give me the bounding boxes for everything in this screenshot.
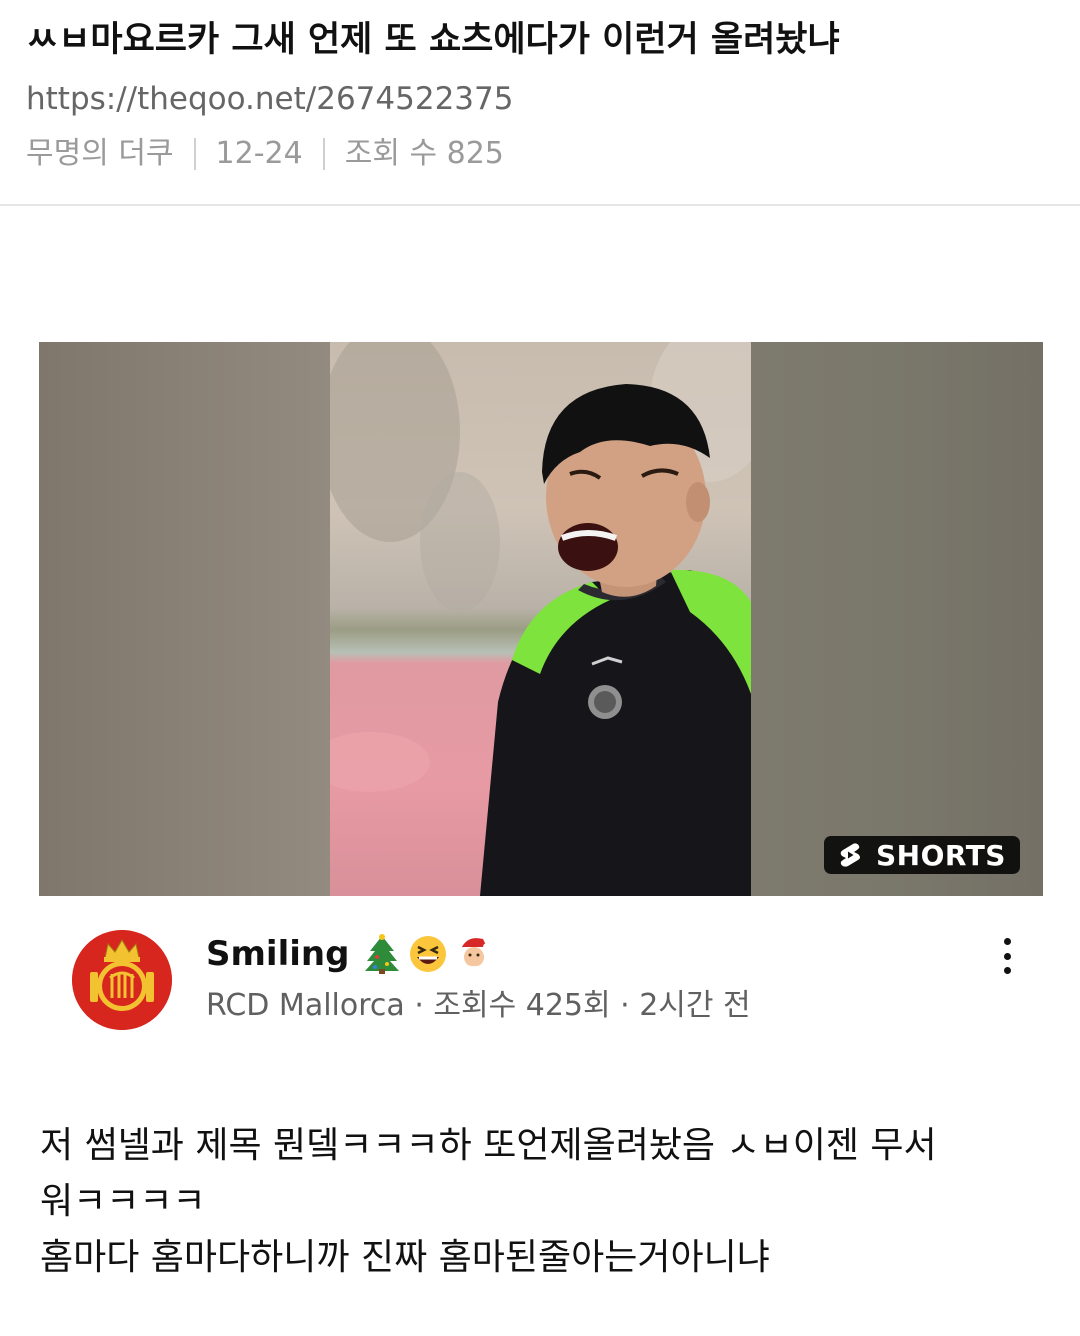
club-crest-icon	[72, 930, 172, 1030]
laughing-face-icon	[410, 936, 447, 972]
meta-divider	[322, 138, 325, 170]
more-dot	[1003, 967, 1011, 974]
christmas-tree-icon	[365, 934, 400, 974]
video-subtitle: RCD Mallorca · 조회수 425회 · 2시간 전	[206, 984, 751, 1028]
header-divider	[0, 204, 1080, 206]
player-photo-illustration	[330, 342, 751, 896]
time-ago: 2시간 전	[639, 988, 751, 1023]
post-meta: 무명의 더쿠 12-24 조회 수 825	[26, 134, 504, 174]
santa-icon	[460, 938, 492, 968]
shorts-badge: SHORTS	[824, 836, 1020, 874]
thumbnail-blur-right	[751, 342, 1043, 896]
video-title[interactable]: Smiling	[206, 928, 495, 980]
separator-dot: ·	[404, 988, 434, 1023]
view-count: 조회수 425회	[433, 988, 611, 1023]
more-options-button[interactable]	[990, 934, 1024, 978]
thumbnail-blur-left	[39, 342, 330, 896]
post-title: ㅆㅂ마요르카 그새 언제 또 쇼츠에다가 이런거 올려놨냐	[26, 20, 840, 60]
thumbnail-photo	[330, 342, 751, 896]
separator-dot: ·	[610, 988, 640, 1023]
video-thumbnail[interactable]: SHORTS	[39, 342, 1043, 896]
shorts-icon	[840, 843, 860, 867]
video-title-text: Smiling	[206, 934, 350, 974]
body-line: 홈마다 홈마다하니까 진짜 홈마된줄아는거아니냐	[40, 1237, 770, 1278]
post-author: 무명의 더쿠	[26, 136, 174, 171]
meta-divider	[193, 138, 196, 170]
channel-avatar[interactable]	[72, 930, 172, 1030]
channel-name[interactable]: RCD Mallorca	[206, 988, 405, 1023]
shorts-label: SHORTS	[876, 838, 1006, 872]
post-page: ㅆㅂ마요르카 그새 언제 또 쇼츠에다가 이런거 올려놨냐 https://th…	[0, 0, 1080, 1336]
post-body: 저 썸넬과 제목 뭔뎈ㅋㅋㅋ하 또언제올려놨음 ㅅㅂ이젠 무서 워ㅋㅋㅋㅋ 홈마…	[40, 1118, 1050, 1286]
post-url-link[interactable]: https://theqoo.net/2674522375	[26, 78, 513, 120]
post-views: 조회 수 825	[344, 136, 504, 171]
post-date: 12-24	[215, 136, 303, 171]
body-line: 저 썸넬과 제목 뭔뎈ㅋㅋㅋ하 또언제올려놨음 ㅅㅂ이젠 무서	[40, 1125, 937, 1166]
body-line: 워ㅋㅋㅋㅋ	[40, 1181, 206, 1222]
title-emojis	[361, 933, 495, 975]
more-dot	[1003, 952, 1011, 960]
more-dot	[1003, 938, 1011, 945]
